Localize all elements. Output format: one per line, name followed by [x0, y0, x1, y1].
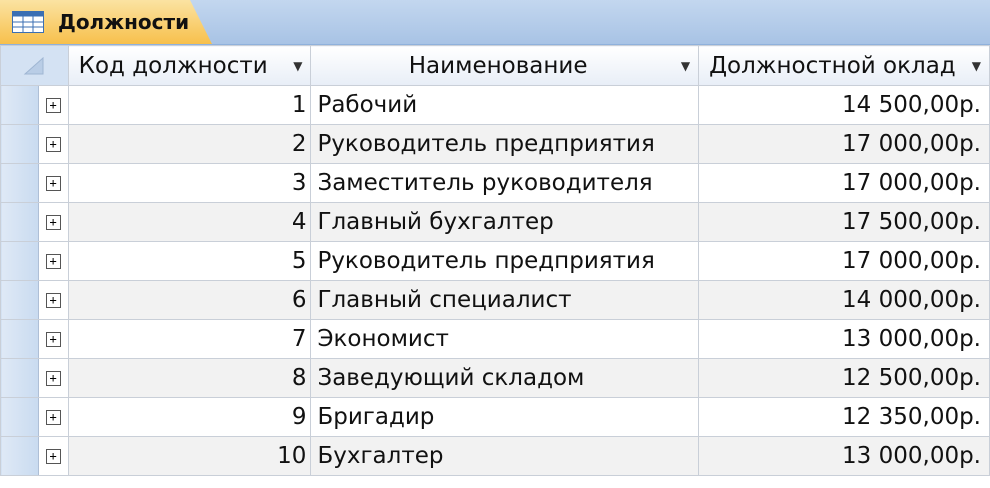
- cell-code[interactable]: 7: [67, 319, 312, 359]
- row-selector[interactable]: [0, 85, 39, 125]
- cell-salary[interactable]: 14 500,00р.: [698, 85, 990, 125]
- cell-salary[interactable]: 17 500,00р.: [698, 202, 990, 242]
- row-selector[interactable]: [0, 436, 39, 476]
- expand-cell[interactable]: +: [37, 202, 69, 242]
- dropdown-arrow-icon[interactable]: ▼: [293, 59, 302, 73]
- cell-code[interactable]: 5: [67, 241, 312, 281]
- row-selector[interactable]: [0, 124, 39, 164]
- expand-cell[interactable]: +: [37, 358, 69, 398]
- expand-plus-icon[interactable]: +: [45, 371, 61, 386]
- cell-code[interactable]: 3: [67, 163, 312, 203]
- table-row[interactable]: + 9 Бригадир 12 350,00р.: [0, 397, 990, 437]
- cell-code[interactable]: 1: [67, 85, 312, 125]
- row-selector[interactable]: [0, 280, 39, 320]
- expand-plus-icon[interactable]: +: [45, 293, 61, 308]
- column-header-label: Должностной оклад: [709, 52, 956, 79]
- table-icon: [12, 11, 44, 33]
- expand-plus-icon[interactable]: +: [45, 332, 61, 347]
- column-header-name[interactable]: Наименование ▼: [310, 45, 700, 86]
- cell-code[interactable]: 2: [67, 124, 312, 164]
- tab-label: Должности: [58, 10, 190, 34]
- cell-code[interactable]: 4: [67, 202, 312, 242]
- expand-plus-icon[interactable]: +: [45, 137, 61, 152]
- cell-salary[interactable]: 13 000,00р.: [698, 436, 990, 476]
- cell-salary[interactable]: 17 000,00р.: [698, 163, 990, 203]
- expand-plus-icon[interactable]: +: [45, 449, 61, 464]
- column-header-code[interactable]: Код должности ▼: [67, 45, 312, 86]
- cell-name[interactable]: Заведующий складом: [310, 358, 700, 398]
- column-header-salary[interactable]: Должностной оклад ▼: [698, 45, 990, 86]
- column-header-label: Код должности: [78, 52, 268, 79]
- cell-name[interactable]: Руководитель предприятия: [310, 124, 700, 164]
- row-selector[interactable]: [0, 358, 39, 398]
- cell-salary[interactable]: 12 350,00р.: [698, 397, 990, 437]
- row-selector[interactable]: [0, 202, 39, 242]
- cell-name[interactable]: Заместитель руководителя: [310, 163, 700, 203]
- datasheet-table: Код должности ▼ Наименование ▼ Должностной…: [0, 45, 990, 476]
- table-row[interactable]: + 1 Рабочий 14 500,00р.: [0, 85, 990, 125]
- dropdown-arrow-icon[interactable]: ▼: [972, 59, 981, 73]
- cell-code[interactable]: 10: [67, 436, 312, 476]
- expand-cell[interactable]: +: [37, 319, 69, 359]
- cell-name[interactable]: Главный бухгалтер: [310, 202, 700, 242]
- expand-plus-icon[interactable]: +: [45, 254, 61, 269]
- cell-salary[interactable]: 17 000,00р.: [698, 241, 990, 281]
- table-row[interactable]: + 3 Заместитель руководителя 17 000,00р.: [0, 163, 990, 203]
- table-row[interactable]: + 8 Заведующий складом 12 500,00р.: [0, 358, 990, 398]
- row-selector[interactable]: [0, 319, 39, 359]
- table-row[interactable]: + 10 Бухгалтер 13 000,00р.: [0, 436, 990, 476]
- expand-cell[interactable]: +: [37, 280, 69, 320]
- table-row[interactable]: + 5 Руководитель предприятия 17 000,00р.: [0, 241, 990, 281]
- column-header-label: Наименование: [408, 52, 588, 79]
- cell-salary[interactable]: 12 500,00р.: [698, 358, 990, 398]
- expand-cell[interactable]: +: [37, 124, 69, 164]
- cell-name[interactable]: Руководитель предприятия: [310, 241, 700, 281]
- row-selector[interactable]: [0, 241, 39, 281]
- dropdown-arrow-icon[interactable]: ▼: [681, 59, 690, 73]
- table-row[interactable]: + 6 Главный специалист 14 000,00р.: [0, 280, 990, 320]
- cell-name[interactable]: Бригадир: [310, 397, 700, 437]
- tab-bar: Должности: [0, 0, 990, 45]
- cell-name[interactable]: Рабочий: [310, 85, 700, 125]
- expand-plus-icon[interactable]: +: [45, 176, 61, 191]
- select-all-icon: [23, 56, 44, 74]
- row-selector[interactable]: [0, 397, 39, 437]
- table-row[interactable]: + 4 Главный бухгалтер 17 500,00р.: [0, 202, 990, 242]
- cell-salary[interactable]: 14 000,00р.: [698, 280, 990, 320]
- expand-cell[interactable]: +: [37, 436, 69, 476]
- row-selector[interactable]: [0, 163, 39, 203]
- header-row: Код должности ▼ Наименование ▼ Должностной…: [0, 45, 990, 86]
- cell-salary[interactable]: 13 000,00р.: [698, 319, 990, 359]
- expand-plus-icon[interactable]: +: [45, 98, 61, 113]
- cell-code[interactable]: 6: [67, 280, 312, 320]
- cell-salary[interactable]: 17 000,00р.: [698, 124, 990, 164]
- expand-cell[interactable]: +: [37, 85, 69, 125]
- cell-name[interactable]: Бухгалтер: [310, 436, 700, 476]
- expand-cell[interactable]: +: [37, 397, 69, 437]
- table-row[interactable]: + 7 Экономист 13 000,00р.: [0, 319, 990, 359]
- tab-dolzhnosti[interactable]: Должности: [0, 0, 212, 44]
- cell-name[interactable]: Экономист: [310, 319, 700, 359]
- table-row[interactable]: + 2 Руководитель предприятия 17 000,00р.: [0, 124, 990, 164]
- expand-plus-icon[interactable]: +: [45, 410, 61, 425]
- cell-code[interactable]: 9: [67, 397, 312, 437]
- expand-cell[interactable]: +: [37, 163, 69, 203]
- expand-cell[interactable]: +: [37, 241, 69, 281]
- cell-name[interactable]: Главный специалист: [310, 280, 700, 320]
- cell-code[interactable]: 8: [67, 358, 312, 398]
- expand-plus-icon[interactable]: +: [45, 215, 61, 230]
- select-all-corner[interactable]: [0, 45, 69, 86]
